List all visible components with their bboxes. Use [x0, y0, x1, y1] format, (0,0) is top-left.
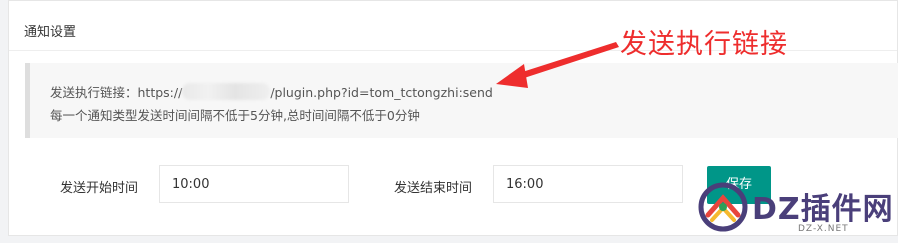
- dz-logo-icon: [698, 182, 748, 232]
- end-time-input[interactable]: [493, 165, 683, 203]
- panel-title: 通知设置: [24, 25, 77, 40]
- start-time-input[interactable]: [159, 165, 349, 203]
- interval-note: 每一个通知类型发送时间间隔不低于5分钟,总时间间隔不低于0分钟: [50, 108, 420, 123]
- watermark: DZ插件网 DZ-X.NET: [694, 180, 898, 238]
- annotation-label: 发送执行链接: [620, 29, 788, 60]
- send-link-text: 发送执行链接：https:// /plugin.php?id=tom_tctong…: [50, 82, 493, 101]
- send-link-prefix: 发送执行链接：https://: [50, 85, 183, 100]
- end-time-label: 发送结束时间: [394, 181, 473, 196]
- blurred-domain: [182, 83, 271, 100]
- send-link-suffix: /plugin.php?id=tom_tctongzhi:send: [270, 85, 493, 100]
- notice-box: 发送执行链接：https:// /plugin.php?id=tom_tctong…: [25, 63, 898, 138]
- start-time-label: 发送开始时间: [60, 181, 139, 196]
- watermark-text: DZ插件网: [752, 192, 894, 227]
- watermark-sub: DZ-X.NET: [798, 224, 849, 234]
- annotation-arrow-icon: [496, 42, 619, 88]
